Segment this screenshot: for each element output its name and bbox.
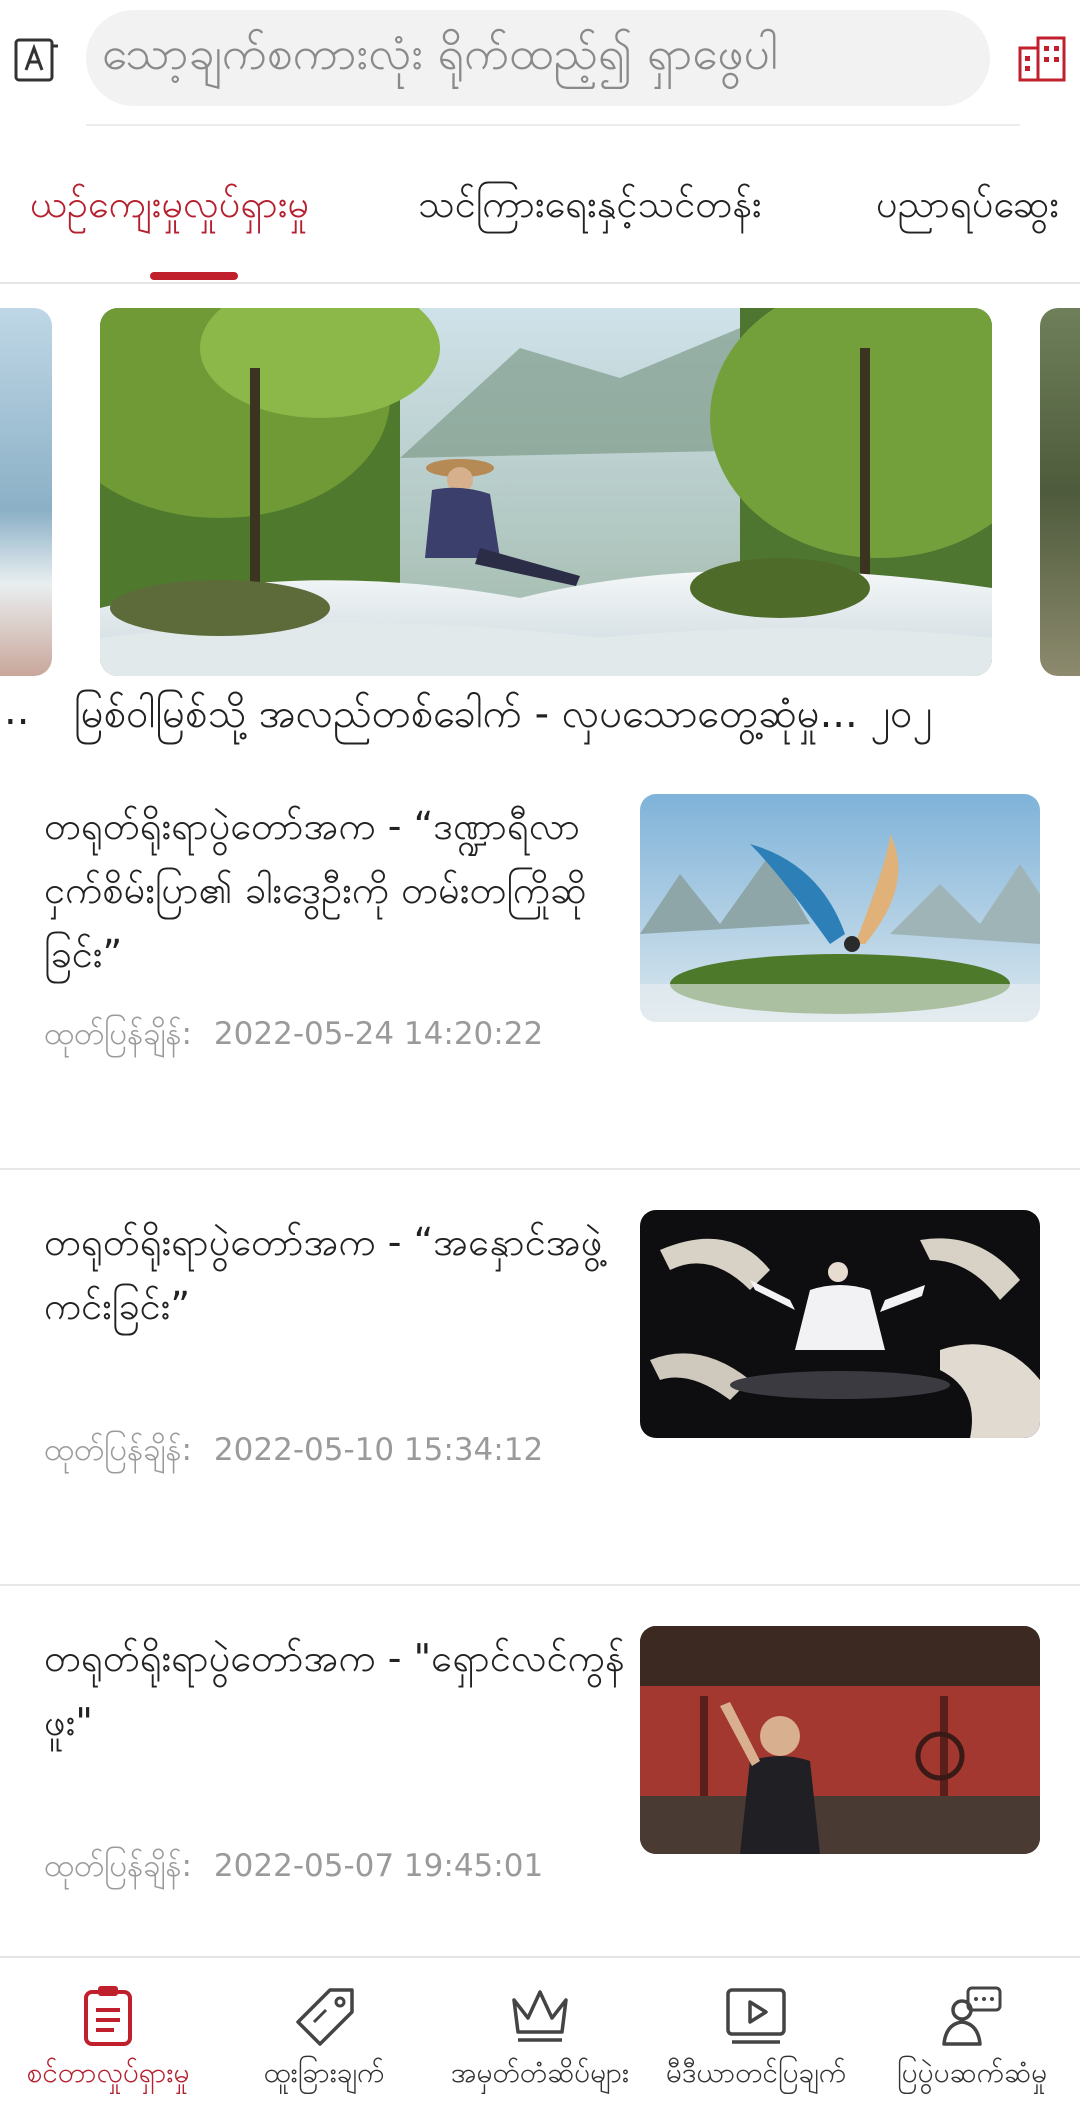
nav-features[interactable]: ထူးခြားချက် [216,1958,432,2114]
tab-teaching-training[interactable]: သင်ကြားရေးနှင့်သင်တန်း [418,180,762,236]
top-bar: သော့ချက်စကားလုံး ရိုက်ထည့်၍ ရှာဖွေပါ [0,0,1080,126]
nav-center-activities[interactable]: စင်တာလှုပ်ရှားမှု [0,1958,216,2114]
carousel-prev-slide[interactable] [0,308,52,676]
nav-label: စင်တာလှုပ်ရှားမှု [26,2056,190,2089]
nav-label: ထူးခြားချက် [263,2056,385,2089]
article-title: တရုတ်ရိုးရာပွဲတော်အက - “အနှောင်အဖွဲ့ကင်း… [44,1220,603,1328]
nav-brands[interactable]: အမှတ်တံဆိပ်များ [432,1958,648,2114]
nav-media[interactable]: မီဒီယာတင်ပြချက် [648,1958,864,2114]
list-item[interactable]: တရုတ်ရိုးရာပွဲတော်အက - "ရှောင်လင်ကွန်ဖူး… [0,1588,1080,2002]
article-thumbnail [640,1626,1040,1854]
publish-timestamp: 2022-05-24 14:20:22 [213,1016,544,1052]
carousel-next-slide[interactable] [1040,308,1080,676]
article-title: တရုတ်ရိုးရာပွဲတော်အက - "ရှောင်လင်ကွန်ဖူး… [44,1636,625,1744]
search-input[interactable]: သော့ချက်စကားလုံး ရိုက်ထည့်၍ ရှာဖွေပါ [86,10,990,106]
bottom-navigation: စင်တာလှုပ်ရှားမှု ထူးခြားချက် အမှတ်တံဆိပ… [0,1956,1080,2114]
crown-icon [512,1990,568,2042]
carousel-caption-text: မြစ်ဝါမြစ်သို့ အလည်တစ်ခေါက် - လှပသောတွေ့… [74,691,933,737]
category-tabs: ယဉ်ကျေးမှုလှုပ်ရှားမှု သင်ကြားရေးနှင့်သင… [0,150,1080,280]
active-tab-indicator [150,272,238,280]
tab-academic-discussion[interactable]: ပညာရပ်ဆွေး [876,180,1059,236]
video-play-icon [726,1988,786,2044]
nav-exhibition-relations[interactable]: ပြပွဲပဆက်ဆံမှု [864,1958,1080,2114]
article-thumbnail [640,1210,1040,1438]
publish-timestamp: 2022-05-07 19:45:01 [213,1848,544,1884]
list-divider [0,1584,1080,1586]
building-icon[interactable] [1014,30,1070,86]
search-placeholder: သော့ချက်စကားလုံး ရိုက်ထည့်၍ ရှာဖွေပါ [102,25,778,80]
list-item[interactable]: တရုတ်ရိုးရာပွဲတော်အက - “အနှောင်အဖွဲ့ကင်း… [0,1172,1080,1586]
article-meta: ထုတ်ပြန်ချိန်: 2022-05-10 15:34:12 [44,1430,543,1476]
chat-person-icon [942,1986,1002,2046]
nav-label: ပြပွဲပဆက်ဆံမှု [896,2056,1048,2089]
waterfall-scene-image [100,308,992,676]
article-thumbnail [640,794,1040,1022]
list-item[interactable]: တရုတ်ရိုးရာပွဲတော်အက - “ဒဏ္ဍာရီလာ ငှက်စိ… [0,756,1080,1170]
article-meta: ထုတ်ပြန်ချိန်: 2022-05-24 14:20:22 [44,1014,543,1060]
tag-icon [296,1988,354,2046]
publish-time-label: ထုတ်ပြန်ချိန်: [44,1016,192,1052]
carousel-main-slide[interactable] [100,308,992,676]
publish-time-label: ထုတ်ပြန်ချိန်: [44,1432,192,1468]
article-title: တရုတ်ရိုးရာပွဲတော်အက - “ဒဏ္ဍာရီလာ ငှက်စိ… [44,804,587,976]
tab-cultural-activities[interactable]: ယဉ်ကျေးမှုလှုပ်ရှားမှု [30,180,309,236]
header-divider [86,124,1020,126]
nav-label: အမှတ်တံဆိပ်များ [450,2056,630,2089]
clipboard-icon [84,1986,132,2046]
banner-carousel[interactable] [0,308,1080,688]
list-divider [0,1168,1080,1170]
nav-label: မီဒီယာတင်ပြချက် [665,2056,847,2089]
publish-time-label: ထုတ်ပြန်ချိန်: [44,1848,192,1884]
tabs-divider [0,282,1080,284]
carousel-caption-dots: .. [4,688,30,734]
article-meta: ထုတ်ပြန်ချိန်: 2022-05-07 19:45:01 [44,1846,543,1892]
translate-icon[interactable] [12,36,60,84]
carousel-caption[interactable]: .. မြစ်ဝါမြစ်သို့ အလည်တစ်ခေါက် - လှပသောတ… [0,688,1080,758]
publish-timestamp: 2022-05-10 15:34:12 [213,1432,544,1468]
